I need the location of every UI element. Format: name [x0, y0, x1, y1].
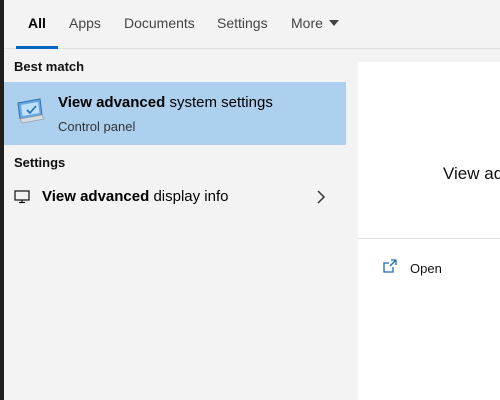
tab-more[interactable]: More	[291, 0, 339, 48]
best-match-title-rest: system settings	[165, 94, 273, 111]
chevron-right-icon[interactable]	[315, 189, 327, 205]
results-list: Best match View advanced system settings…	[4, 49, 346, 400]
open-window-icon	[383, 259, 397, 273]
control-panel-monitor-icon	[17, 98, 45, 124]
best-match-title-bold: View advanced	[58, 94, 166, 111]
tab-apps[interactable]: Apps	[69, 0, 101, 48]
settings-result-title: View advanced display info	[42, 188, 229, 205]
preview-title: View ad	[443, 164, 500, 183]
monitor-icon	[14, 190, 30, 204]
tab-documents[interactable]: Documents	[124, 0, 195, 48]
open-button[interactable]: Open	[382, 258, 492, 282]
open-label: Open	[410, 261, 442, 276]
settings-result-title-bold: View advanced	[42, 188, 150, 205]
tab-more-label: More	[291, 15, 323, 31]
best-match-title: View advanced system settings	[58, 94, 273, 111]
settings-result-title-rest: display info	[149, 188, 229, 205]
preview-divider	[358, 238, 500, 239]
section-best-match: Best match	[14, 59, 85, 74]
settings-result-item[interactable]: View advanced display info	[4, 179, 346, 215]
search-panel: All Apps Documents Settings More Best ma…	[4, 0, 500, 400]
tab-settings[interactable]: Settings	[217, 0, 268, 48]
best-match-subtitle: Control panel	[58, 119, 136, 134]
best-match-result[interactable]: View advanced system settings Control pa…	[4, 82, 346, 145]
chevron-down-icon	[328, 20, 339, 27]
tab-all[interactable]: All	[16, 0, 58, 49]
search-window: All Apps Documents Settings More Best ma…	[0, 0, 500, 400]
section-settings: Settings	[14, 155, 66, 170]
search-tabs: All Apps Documents Settings More	[4, 0, 500, 49]
preview-pane: View ad Open	[358, 62, 500, 400]
